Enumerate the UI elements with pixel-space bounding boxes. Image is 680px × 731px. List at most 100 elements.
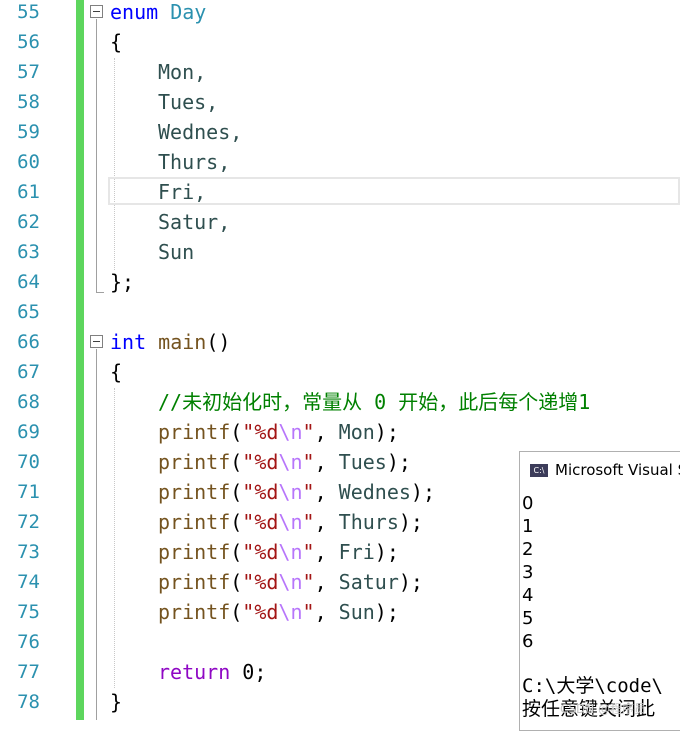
open-brace: {	[110, 360, 123, 384]
line-number: 66	[17, 331, 40, 353]
enum-member: Tues,	[158, 90, 219, 114]
code-line-71[interactable]: printf("%d\n", Wednes);	[158, 477, 435, 507]
code-line-68[interactable]: //未初始化时，常量从 0 开始，此后每个递增1	[158, 387, 590, 417]
format-string-end: "	[302, 600, 315, 624]
code-line-69[interactable]: printf("%d\n", Mon);	[158, 417, 399, 447]
close-paren: );	[386, 450, 411, 474]
printf-function: printf	[158, 510, 231, 534]
console-window[interactable]: C:\ Microsoft Visual S 0 1 2 3 4 5 6 C:\…	[519, 451, 680, 731]
printf-function: printf	[158, 540, 231, 564]
console-output: 0 1 2 3 4 5 6	[522, 492, 533, 653]
printf-function: printf	[158, 600, 231, 624]
code-line-75[interactable]: printf("%d\n", Sun);	[158, 597, 399, 627]
keyword-enum: enum	[110, 0, 159, 24]
close-brace: }	[110, 690, 123, 714]
line-number: 60	[17, 151, 40, 173]
code-line-74[interactable]: printf("%d\n", Satur);	[158, 567, 423, 597]
comma: ,	[314, 570, 339, 594]
code-line-64[interactable]: };	[110, 267, 134, 297]
output-line: 4	[522, 585, 534, 606]
comment: //未初始化时，常量从 0 开始，此后每个递增1	[158, 390, 591, 414]
code-line-66[interactable]: int main()	[110, 327, 230, 357]
line-number: 78	[17, 691, 40, 713]
line-number: 59	[17, 121, 40, 143]
collapse-main-button[interactable]	[90, 335, 103, 348]
line-number: 55	[17, 1, 40, 23]
format-string-end: "	[302, 510, 315, 534]
code-line-59[interactable]: Wednes,	[158, 117, 242, 147]
code-line-58[interactable]: Tues,	[158, 87, 218, 117]
code-line-56[interactable]: {	[110, 27, 122, 57]
change-tracking-bar	[76, 0, 84, 720]
paren: (	[230, 540, 243, 564]
keyword-return: return	[158, 660, 231, 684]
code-line-61[interactable]: Fri,	[158, 177, 206, 207]
comma: ,	[314, 480, 339, 504]
printf-argument: Mon	[338, 420, 375, 444]
console-title-bar[interactable]: C:\ Microsoft Visual S	[520, 452, 680, 488]
parens: ()	[206, 330, 231, 354]
comma: ,	[314, 510, 339, 534]
collapse-enum-button[interactable]	[90, 5, 103, 18]
close-paren: );	[374, 420, 399, 444]
format-string: "%d	[242, 510, 279, 534]
line-number: 67	[17, 361, 40, 383]
code-line-63[interactable]: Sun	[158, 237, 194, 267]
return-value: 0;	[230, 660, 267, 684]
line-number: 57	[17, 61, 40, 83]
close-paren: );	[374, 600, 399, 624]
code-line-77[interactable]: return 0;	[158, 657, 266, 687]
output-line: 1	[522, 516, 534, 537]
code-line-67[interactable]: {	[110, 357, 122, 387]
printf-argument: Wednes	[338, 480, 411, 504]
line-number: 77	[17, 661, 40, 683]
console-title: Microsoft Visual S	[555, 461, 680, 479]
close-brace: };	[110, 270, 135, 294]
keyword-int: int	[110, 330, 147, 354]
output-line: 3	[522, 562, 534, 583]
comma: ,	[314, 540, 339, 564]
line-number: 63	[17, 241, 40, 263]
comma: ,	[314, 450, 339, 474]
code-line-60[interactable]: Thurs,	[158, 147, 230, 177]
paren: (	[230, 420, 243, 444]
code-line-55[interactable]: enum Day	[110, 0, 206, 27]
line-number: 56	[17, 31, 40, 53]
printf-argument: Fri	[338, 540, 375, 564]
close-paren: );	[398, 570, 423, 594]
line-number: 65	[17, 301, 40, 323]
escape-sequence: \n	[278, 450, 303, 474]
output-line: 2	[522, 539, 534, 560]
watermark: CSDN @程序员	[560, 702, 647, 716]
printf-argument: Sun	[338, 600, 375, 624]
format-string-end: "	[302, 480, 315, 504]
format-string: "%d	[242, 600, 279, 624]
output-line: 6	[522, 631, 534, 652]
fold-guide-line	[96, 19, 97, 292]
escape-sequence: \n	[278, 510, 303, 534]
printf-function: printf	[158, 450, 231, 474]
printf-argument: Tues	[338, 450, 387, 474]
code-line-62[interactable]: Satur,	[158, 207, 230, 237]
printf-argument: Satur	[338, 570, 399, 594]
code-line-70[interactable]: printf("%d\n", Tues);	[158, 447, 411, 477]
escape-sequence: \n	[278, 540, 303, 564]
line-number: 71	[17, 481, 40, 503]
escape-sequence: \n	[278, 600, 303, 624]
format-string-end: "	[302, 450, 315, 474]
code-line-57[interactable]: Mon,	[158, 57, 206, 87]
indent-guide	[114, 58, 115, 270]
enum-member: Sun	[158, 240, 195, 264]
code-line-73[interactable]: printf("%d\n", Fri);	[158, 537, 399, 567]
enum-member: Mon,	[158, 60, 207, 84]
format-string: "%d	[242, 570, 279, 594]
line-number: 62	[17, 211, 40, 233]
console-app-icon: C:\	[530, 463, 548, 477]
enum-name: Day	[158, 0, 207, 24]
code-line-72[interactable]: printf("%d\n", Thurs);	[158, 507, 423, 537]
line-number: 73	[17, 541, 40, 563]
open-brace: {	[110, 30, 123, 54]
comma: ,	[314, 420, 339, 444]
enum-member: Satur,	[158, 210, 231, 234]
code-line-78[interactable]: }	[110, 687, 122, 717]
